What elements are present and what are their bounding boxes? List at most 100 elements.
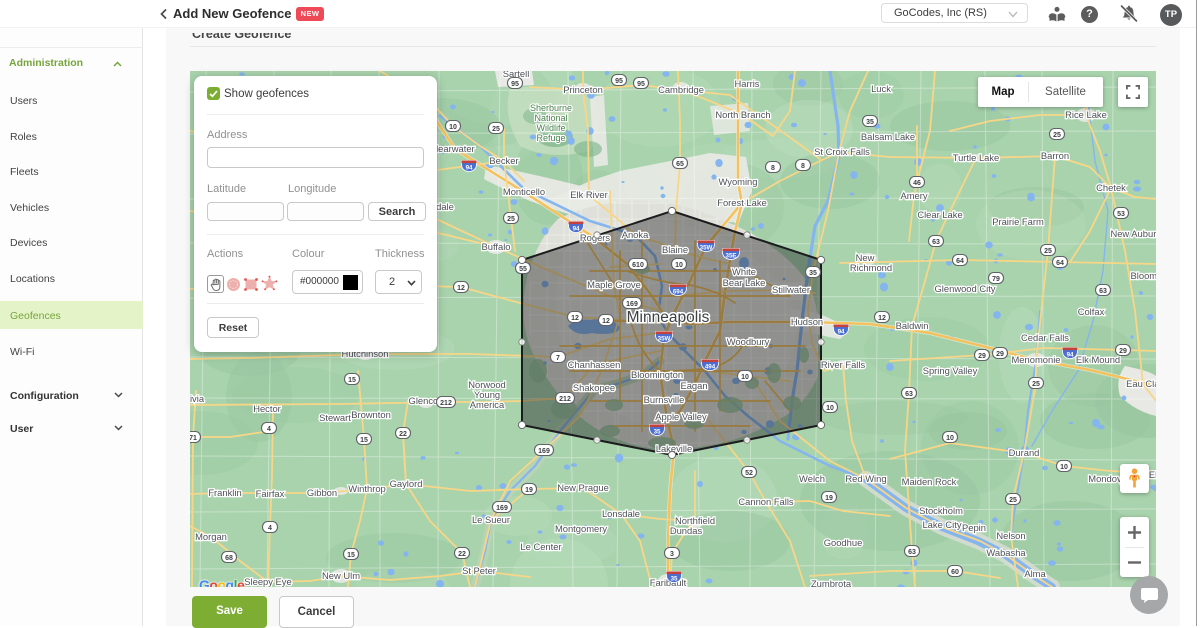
svg-text:94: 94 — [466, 164, 473, 171]
svg-text:Stillwater: Stillwater — [772, 284, 810, 295]
svg-text:169: 169 — [538, 448, 550, 455]
svg-text:35: 35 — [671, 575, 678, 582]
svg-text:Anoka: Anoka — [622, 229, 649, 240]
svg-text:Richmond: Richmond — [850, 262, 892, 273]
svg-text:Chetek: Chetek — [1096, 182, 1126, 193]
svg-text:212: 212 — [440, 400, 452, 407]
svg-text:Sleepy Eye: Sleepy Eye — [244, 576, 291, 587]
svg-text:212: 212 — [559, 396, 571, 403]
svg-text:169: 169 — [626, 301, 638, 308]
svg-text:25: 25 — [492, 126, 500, 133]
svg-text:Wyoming: Wyoming — [719, 176, 758, 187]
svg-text:46: 46 — [913, 180, 921, 187]
svg-text:Gaylord: Gaylord — [390, 478, 423, 489]
svg-text:Balsam Lake: Balsam Lake — [861, 131, 915, 142]
svg-text:Morgan: Morgan — [195, 531, 227, 542]
svg-text:12: 12 — [457, 285, 465, 292]
svg-text:Montgomery: Montgomery — [555, 523, 607, 534]
svg-text:Bear Lake: Bear Lake — [723, 277, 766, 288]
svg-text:52: 52 — [745, 470, 753, 477]
svg-text:694: 694 — [673, 288, 684, 295]
svg-text:North Branch: North Branch — [715, 109, 770, 120]
svg-text:Minneapolis: Minneapolis — [627, 309, 710, 326]
svg-text:29: 29 — [1119, 348, 1127, 355]
svg-text:25: 25 — [1044, 248, 1052, 255]
svg-text:65: 65 — [676, 161, 684, 168]
svg-text:Maiden Rock: Maiden Rock — [902, 476, 957, 487]
svg-text:Burnsville: Burnsville — [644, 394, 685, 405]
svg-text:Colfax: Colfax — [1078, 306, 1105, 317]
svg-text:Wabasha: Wabasha — [986, 547, 1026, 558]
svg-text:4: 4 — [268, 525, 272, 532]
svg-text:Bloomington: Bloomington — [631, 369, 683, 380]
svg-text:St Croix Falls: St Croix Falls — [814, 146, 870, 157]
svg-text:169: 169 — [496, 505, 508, 512]
svg-text:95: 95 — [511, 81, 519, 88]
svg-text:Harris: Harris — [735, 78, 760, 89]
svg-text:Le Center: Le Center — [520, 541, 561, 552]
svg-text:Sherburne: Sherburne — [530, 103, 572, 113]
svg-text:Buffalo: Buffalo — [481, 241, 510, 252]
svg-text:White: White — [732, 266, 756, 277]
svg-text:Stewart: Stewart — [319, 412, 351, 423]
svg-text:Bloomer: Bloomer — [1131, 270, 1156, 281]
svg-text:10: 10 — [826, 405, 834, 412]
svg-text:22: 22 — [399, 431, 407, 438]
svg-text:Wildlife: Wildlife — [536, 123, 565, 133]
svg-text:River Falls: River Falls — [821, 359, 866, 370]
svg-text:494: 494 — [705, 363, 716, 370]
svg-text:94: 94 — [838, 328, 845, 335]
svg-text:29: 29 — [996, 351, 1004, 358]
svg-text:Spring Valley: Spring Valley — [923, 365, 978, 376]
svg-text:Cannon Falls: Cannon Falls — [738, 496, 794, 507]
svg-text:94: 94 — [1067, 351, 1074, 358]
svg-text:19: 19 — [825, 495, 833, 502]
svg-text:Gibbon: Gibbon — [307, 487, 337, 498]
svg-text:Shakopee: Shakopee — [573, 382, 615, 393]
svg-text:10: 10 — [675, 262, 683, 269]
svg-text:Brownton: Brownton — [351, 409, 391, 420]
svg-text:Amery: Amery — [900, 190, 927, 201]
svg-text:12: 12 — [571, 315, 579, 322]
svg-text:610: 610 — [632, 262, 644, 269]
svg-text:Mondovi: Mondovi — [1088, 473, 1123, 484]
svg-text:Le Sueur: Le Sueur — [472, 514, 510, 525]
svg-text:10: 10 — [449, 124, 457, 131]
svg-text:Woodbury: Woodbury — [727, 336, 770, 347]
svg-text:Pepin: Pepin — [962, 522, 986, 533]
svg-text:Elk River: Elk River — [570, 189, 608, 200]
svg-text:Elk Mound: Elk Mound — [1076, 354, 1120, 365]
svg-text:35: 35 — [654, 428, 661, 435]
svg-text:El: El — [1149, 469, 1156, 480]
svg-text:25: 25 — [507, 216, 515, 223]
svg-text:Blaine: Blaine — [662, 244, 688, 255]
svg-text:Nelson: Nelson — [996, 530, 1025, 541]
svg-text:Durand: Durand — [1009, 447, 1040, 458]
svg-text:Luck: Luck — [871, 83, 891, 94]
svg-text:35W: 35W — [700, 244, 713, 251]
svg-text:Clear Lake: Clear Lake — [917, 209, 962, 220]
svg-text:dale: dale — [436, 201, 454, 212]
svg-text:Monticello: Monticello — [503, 186, 545, 197]
svg-text:Glenwood City: Glenwood City — [935, 283, 996, 294]
svg-text:Franklin: Franklin — [208, 487, 241, 498]
svg-text:Red Wing: Red Wing — [845, 473, 886, 484]
svg-text:12: 12 — [602, 318, 610, 325]
svg-text:Cambridge: Cambridge — [658, 84, 704, 95]
svg-text:71: 71 — [190, 435, 197, 442]
svg-text:94: 94 — [573, 225, 580, 232]
svg-text:25: 25 — [1053, 132, 1061, 139]
svg-text:63: 63 — [905, 391, 913, 398]
svg-text:Rice Lake: Rice Lake — [1065, 109, 1107, 120]
svg-text:Eau Claire: Eau Claire — [1126, 378, 1156, 389]
svg-text:79: 79 — [992, 276, 1000, 283]
svg-text:15: 15 — [347, 552, 355, 559]
svg-text:95: 95 — [615, 78, 623, 85]
svg-text:95: 95 — [637, 81, 645, 88]
svg-text:Forest Lake: Forest Lake — [717, 197, 767, 208]
svg-text:St Peter: St Peter — [462, 565, 496, 576]
svg-text:Baldwin: Baldwin — [896, 320, 929, 331]
svg-text:Hudson: Hudson — [791, 316, 823, 327]
svg-text:63: 63 — [1099, 288, 1107, 295]
svg-text:ivia: ivia — [190, 393, 205, 404]
